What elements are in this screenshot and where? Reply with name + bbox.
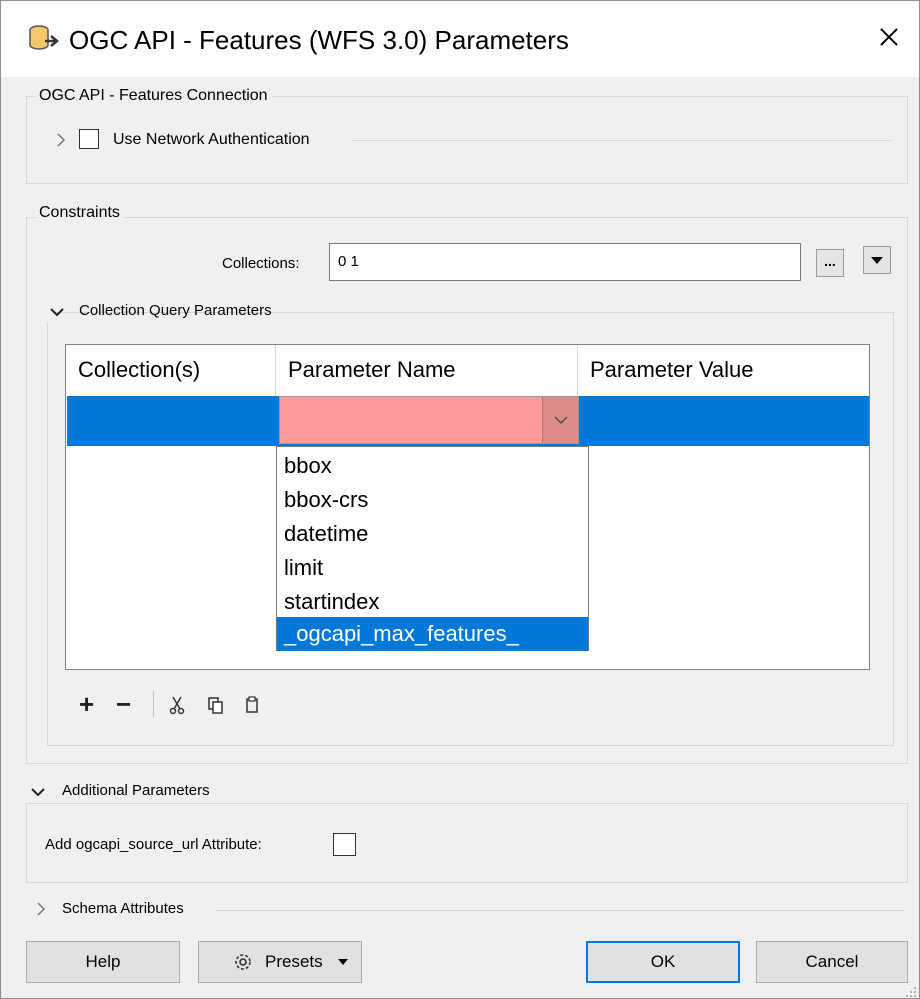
chevron-right-icon [37, 902, 46, 916]
copy-icon[interactable] [206, 695, 224, 715]
add-row-button[interactable]: + [79, 691, 94, 717]
cut-icon[interactable] [168, 695, 186, 715]
source-url-checkbox[interactable] [333, 833, 356, 856]
ok-button[interactable]: OK [586, 941, 740, 983]
collections-label: Collections: [222, 255, 300, 272]
schema-attributes-header[interactable]: Schema Attributes [26, 898, 226, 920]
resize-grip-icon[interactable] [904, 985, 918, 997]
collections-input[interactable]: 0 1 [329, 243, 801, 281]
cancel-button[interactable]: Cancel [756, 941, 908, 983]
query-params-header[interactable]: Collection Query Parameters [47, 302, 272, 322]
database-reader-icon [29, 25, 59, 50]
source-url-label: Add ogcapi_source_url Attribute: [45, 836, 262, 853]
dropdown-option[interactable]: limit [277, 551, 588, 585]
dropdown-option[interactable]: datetime [277, 517, 588, 551]
chevron-down-icon [31, 788, 45, 797]
collections-dropdown-button[interactable] [863, 246, 891, 274]
dropdown-option[interactable]: bbox [277, 449, 588, 483]
caret-down-icon [338, 959, 348, 965]
chevron-down-icon [50, 308, 64, 317]
network-auth-label: Use Network Authentication [113, 131, 310, 148]
additional-params-label: Additional Parameters [62, 782, 210, 799]
caret-down-icon [871, 257, 883, 264]
parameter-name-dropdown: bbox bbox-crs datetime limit startindex … [276, 446, 589, 651]
dialog-window: OGC API - Features (WFS 3.0) Parameters … [0, 0, 920, 999]
table-row[interactable] [67, 396, 869, 446]
help-button[interactable]: Help [26, 941, 180, 983]
chevron-down-icon [554, 416, 568, 424]
window-title: OGC API - Features (WFS 3.0) Parameters [69, 25, 569, 55]
browse-button[interactable]: ... [816, 249, 844, 277]
remove-row-button[interactable]: − [116, 691, 131, 717]
divider [215, 910, 905, 911]
schema-attributes-label: Schema Attributes [62, 900, 184, 917]
constraints-group-label: Constraints [35, 204, 124, 222]
toolbar-separator [153, 691, 154, 717]
close-icon[interactable] [873, 21, 905, 53]
connection-group-label: OGC API - Features Connection [35, 87, 272, 105]
dropdown-option-selected[interactable]: _ogcapi_max_features_ [277, 617, 588, 651]
title-bar: OGC API - Features (WFS 3.0) Parameters [1, 1, 919, 77]
column-header-parameter-name[interactable]: Parameter Name [276, 345, 578, 396]
paste-icon[interactable] [243, 695, 261, 715]
dropdown-option[interactable]: bbox-crs [277, 483, 588, 517]
chevron-right-icon[interactable] [54, 132, 68, 148]
parameter-name-combobox[interactable] [279, 396, 579, 444]
additional-params-header[interactable]: Additional Parameters [26, 782, 264, 802]
combobox-arrow-button[interactable] [542, 397, 578, 443]
network-auth-checkbox[interactable] [79, 129, 99, 149]
presets-label: Presets [265, 952, 323, 971]
divider [351, 140, 891, 141]
column-header-parameter-value[interactable]: Parameter Value [578, 345, 869, 396]
column-header-collections[interactable]: Collection(s) [66, 345, 276, 396]
query-params-label: Collection Query Parameters [79, 302, 272, 319]
gear-icon [235, 954, 251, 970]
presets-button[interactable]: Presets [198, 941, 362, 983]
dropdown-option[interactable]: startindex [277, 585, 588, 619]
